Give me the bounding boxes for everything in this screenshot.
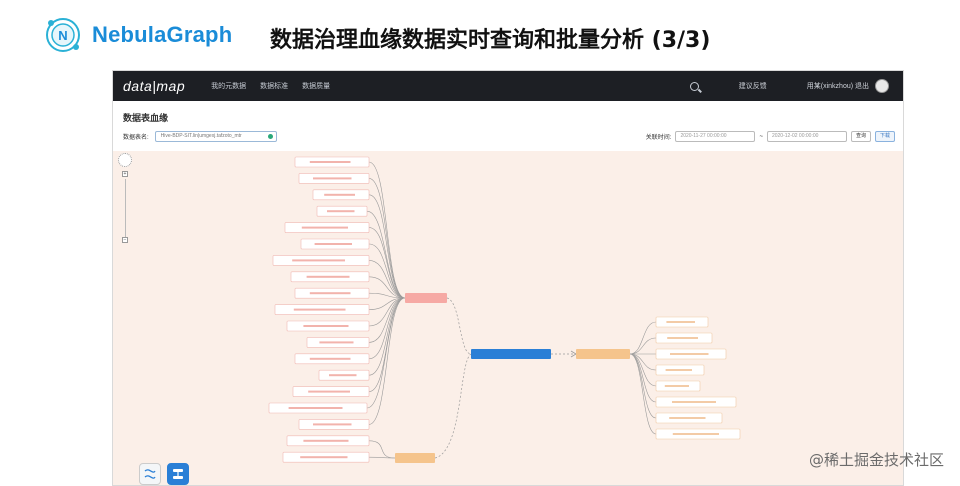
node-label-placeholder[interactable] bbox=[309, 161, 351, 163]
canvas-tools bbox=[139, 463, 189, 485]
app-screenshot: data|map 我的元数据 数据标准 数据质量 建议反馈 用某(xinkzho… bbox=[112, 70, 904, 486]
feedback-link[interactable]: 建议反馈 bbox=[739, 81, 767, 91]
watermark: @稀土掘金技术社区 bbox=[808, 451, 944, 469]
start-date-input[interactable]: 2020-11-27 00:00:00 bbox=[675, 131, 756, 142]
page-title: 数据表血缘 bbox=[123, 113, 169, 123]
node-label-placeholder[interactable] bbox=[327, 210, 355, 213]
lineage-edge bbox=[434, 353, 472, 459]
user-menu[interactable]: 用某(xinkzhou) 退出 bbox=[807, 79, 889, 93]
user-label[interactable]: 用某(xinkzhou) 退出 bbox=[807, 81, 869, 91]
end-date-input[interactable]: 2020-12-02 00:00:00 bbox=[766, 131, 847, 142]
lineage-edge bbox=[368, 243, 406, 299]
layout-tool-icon[interactable] bbox=[139, 463, 161, 485]
node-label-placeholder[interactable] bbox=[292, 259, 345, 262]
nav-item-quality[interactable]: 数据质量 bbox=[302, 81, 330, 91]
lineage-edge bbox=[368, 260, 406, 299]
node-label-placeholder[interactable] bbox=[319, 341, 354, 344]
upstream-table-node-2[interactable] bbox=[395, 453, 435, 463]
node-label-placeholder[interactable] bbox=[293, 308, 346, 311]
zoom-out-icon[interactable]: − bbox=[122, 237, 128, 243]
lineage-edge bbox=[368, 194, 406, 299]
node-label-placeholder[interactable] bbox=[309, 357, 351, 360]
zoom-in-icon[interactable]: + bbox=[122, 171, 128, 177]
lineage-tool-icon[interactable] bbox=[167, 463, 189, 485]
navbar-right: 建议反馈 用某(xinkzhou) 退出 bbox=[689, 71, 889, 101]
lineage-edge bbox=[366, 297, 406, 409]
node-label-placeholder[interactable] bbox=[324, 193, 355, 196]
zoom-control: + − bbox=[118, 153, 132, 243]
lineage-edge bbox=[629, 321, 657, 355]
lineage-edge bbox=[629, 353, 657, 435]
node-label-placeholder[interactable] bbox=[666, 321, 695, 323]
node-label-placeholder[interactable] bbox=[670, 353, 709, 355]
time-filter: 关联时间: 2020-11-27 00:00:00 ~ 2020-12-02 0… bbox=[646, 131, 895, 142]
node-label-placeholder[interactable] bbox=[667, 337, 698, 339]
node-label-placeholder[interactable] bbox=[664, 385, 689, 387]
node-label-placeholder[interactable] bbox=[313, 177, 352, 180]
main-nav: 我的元数据 数据标准 数据质量 bbox=[211, 81, 330, 91]
app-logo[interactable]: data|map bbox=[123, 78, 185, 94]
lineage-edge bbox=[629, 353, 657, 387]
lineage-edge bbox=[629, 353, 657, 419]
lineage-canvas[interactable]: + − bbox=[113, 151, 904, 486]
lineage-edge bbox=[629, 337, 657, 355]
zoom-slider[interactable] bbox=[124, 179, 126, 237]
lineage-edge bbox=[368, 297, 406, 360]
table-label: 数据表名: bbox=[123, 135, 149, 141]
query-button[interactable]: 查询 bbox=[850, 131, 871, 142]
node-label-placeholder[interactable] bbox=[301, 226, 348, 229]
node-label-placeholder[interactable] bbox=[300, 456, 348, 459]
nebula-logo-icon: N bbox=[46, 18, 80, 52]
download-button[interactable]: 下载 bbox=[874, 131, 895, 142]
node-label-placeholder[interactable] bbox=[672, 401, 716, 403]
node-label-placeholder[interactable] bbox=[308, 390, 350, 393]
avatar[interactable] bbox=[875, 79, 889, 93]
time-label: 关联时间: bbox=[645, 135, 672, 141]
node-label-placeholder[interactable] bbox=[303, 325, 349, 327]
table-select[interactable]: Hive-BDP-SIT.lin|umgexj.tafzoto_mtr bbox=[154, 131, 277, 142]
top-navbar: data|map 我的元数据 数据标准 数据质量 建议反馈 用某(xinkzho… bbox=[113, 71, 903, 101]
brand: N NebulaGraph bbox=[42, 14, 232, 56]
node-label-placeholder[interactable] bbox=[665, 369, 692, 371]
node-label-placeholder[interactable] bbox=[672, 433, 719, 435]
node-label-placeholder[interactable] bbox=[303, 439, 349, 442]
search-icon[interactable] bbox=[689, 81, 699, 91]
node-label-placeholder[interactable] bbox=[314, 243, 352, 245]
upstream-table-node[interactable] bbox=[405, 293, 447, 303]
downstream-table-node[interactable] bbox=[576, 349, 630, 359]
node-label-placeholder[interactable] bbox=[313, 423, 352, 426]
lineage-edge bbox=[368, 440, 396, 459]
nav-item-metadata[interactable]: 我的元数据 bbox=[211, 81, 246, 91]
node-label-placeholder[interactable] bbox=[669, 417, 706, 419]
range-separator: ~ bbox=[759, 133, 763, 140]
node-label-placeholder[interactable] bbox=[329, 374, 357, 377]
lineage-edge bbox=[368, 297, 406, 376]
node-label-placeholder[interactable] bbox=[306, 275, 350, 278]
lineage-graph[interactable] bbox=[113, 151, 904, 486]
page-header: 数据表血缘 数据表名: Hive-BDP-SIT.lin|umgexj.tafz… bbox=[113, 101, 903, 151]
node-label-placeholder[interactable] bbox=[309, 292, 351, 295]
lineage-edge bbox=[446, 297, 472, 355]
nav-item-standards[interactable]: 数据标准 bbox=[260, 81, 288, 91]
pan-compass-icon[interactable] bbox=[118, 153, 132, 167]
slide-title: 数据治理血缘数据实时查询和批量分析 (3/3) bbox=[270, 28, 711, 53]
current-table-node[interactable] bbox=[471, 349, 551, 359]
svg-text:N: N bbox=[58, 28, 67, 43]
lineage-edge bbox=[366, 210, 406, 299]
table-filter: 数据表名: Hive-BDP-SIT.lin|umgexj.tafzoto_mt… bbox=[123, 131, 277, 142]
lineage-edge bbox=[368, 297, 406, 425]
node-label-placeholder[interactable] bbox=[288, 407, 343, 409]
lineage-edge bbox=[368, 178, 406, 299]
slide: N NebulaGraph 数据治理血缘数据实时查询和批量分析 (3/3) da… bbox=[0, 0, 960, 486]
brand-name: NebulaGraph bbox=[92, 22, 233, 47]
